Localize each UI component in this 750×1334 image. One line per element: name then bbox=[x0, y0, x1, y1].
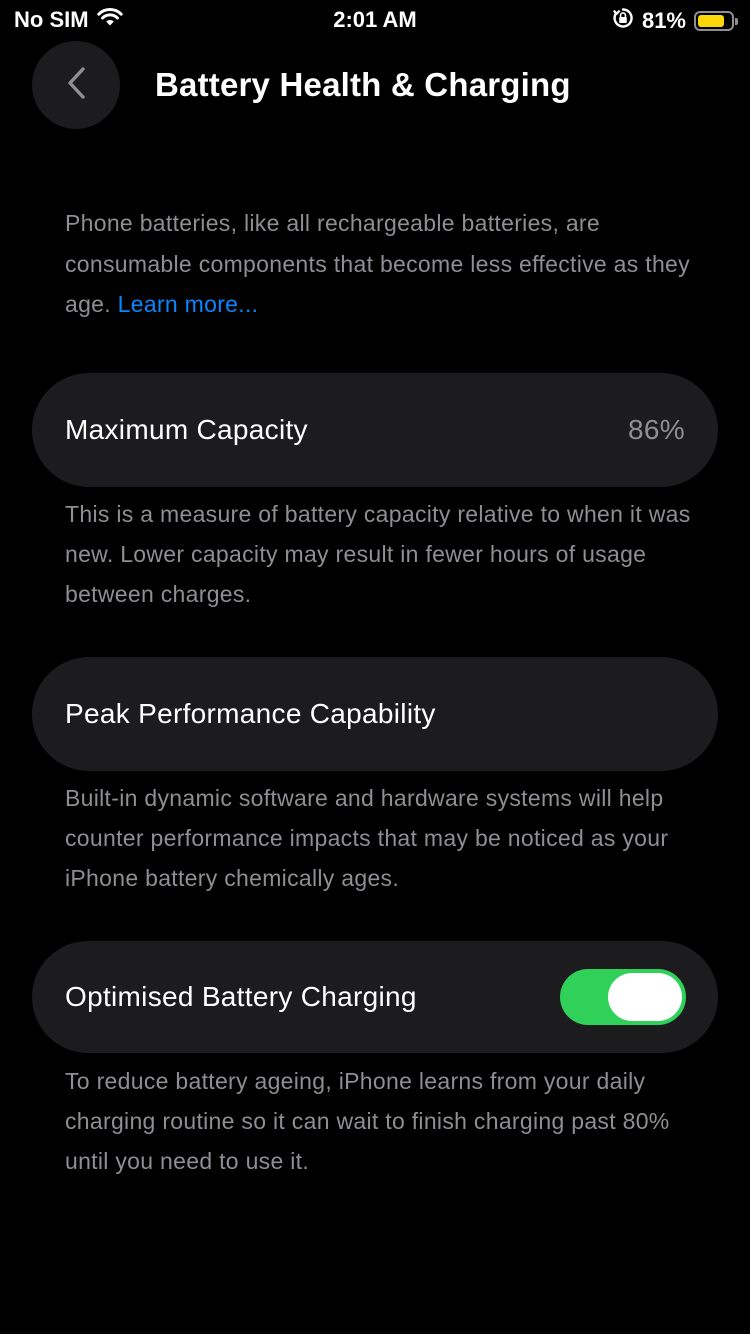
battery-level-fill bbox=[698, 15, 724, 27]
maximum-capacity-row: Maximum Capacity 86% bbox=[32, 373, 718, 487]
maximum-capacity-label: Maximum Capacity bbox=[65, 414, 308, 445]
battery-icon bbox=[694, 11, 738, 31]
peak-performance-label: Peak Performance Capability bbox=[65, 698, 436, 729]
peak-performance-description: Built-in dynamic software and hardware s… bbox=[65, 785, 669, 891]
toggle-knob bbox=[608, 973, 682, 1021]
battery-percent: 81% bbox=[641, 8, 686, 33]
optimised-charging-toggle[interactable] bbox=[560, 969, 686, 1025]
learn-more-link[interactable]: Learn more... bbox=[118, 291, 259, 317]
chevron-left-icon bbox=[65, 66, 87, 105]
optimised-charging-description: To reduce battery ageing, iPhone learns … bbox=[65, 1068, 670, 1174]
status-bar: No SIM 2:01 AM 81% bbox=[0, 0, 750, 40]
peak-performance-row[interactable]: Peak Performance Capability bbox=[32, 657, 718, 771]
page-title: Battery Health & Charging bbox=[155, 66, 571, 103]
optimised-charging-row: Optimised Battery Charging bbox=[32, 941, 718, 1053]
optimised-charging-label: Optimised Battery Charging bbox=[65, 981, 417, 1012]
rotation-lock-icon bbox=[612, 7, 634, 35]
intro-text: Phone batteries, like all rechargeable b… bbox=[65, 203, 705, 325]
maximum-capacity-value: 86% bbox=[628, 414, 685, 445]
back-button[interactable] bbox=[32, 41, 120, 129]
maximum-capacity-description: This is a measure of battery capacity re… bbox=[65, 501, 691, 607]
status-bar-right: 81% bbox=[612, 7, 738, 35]
